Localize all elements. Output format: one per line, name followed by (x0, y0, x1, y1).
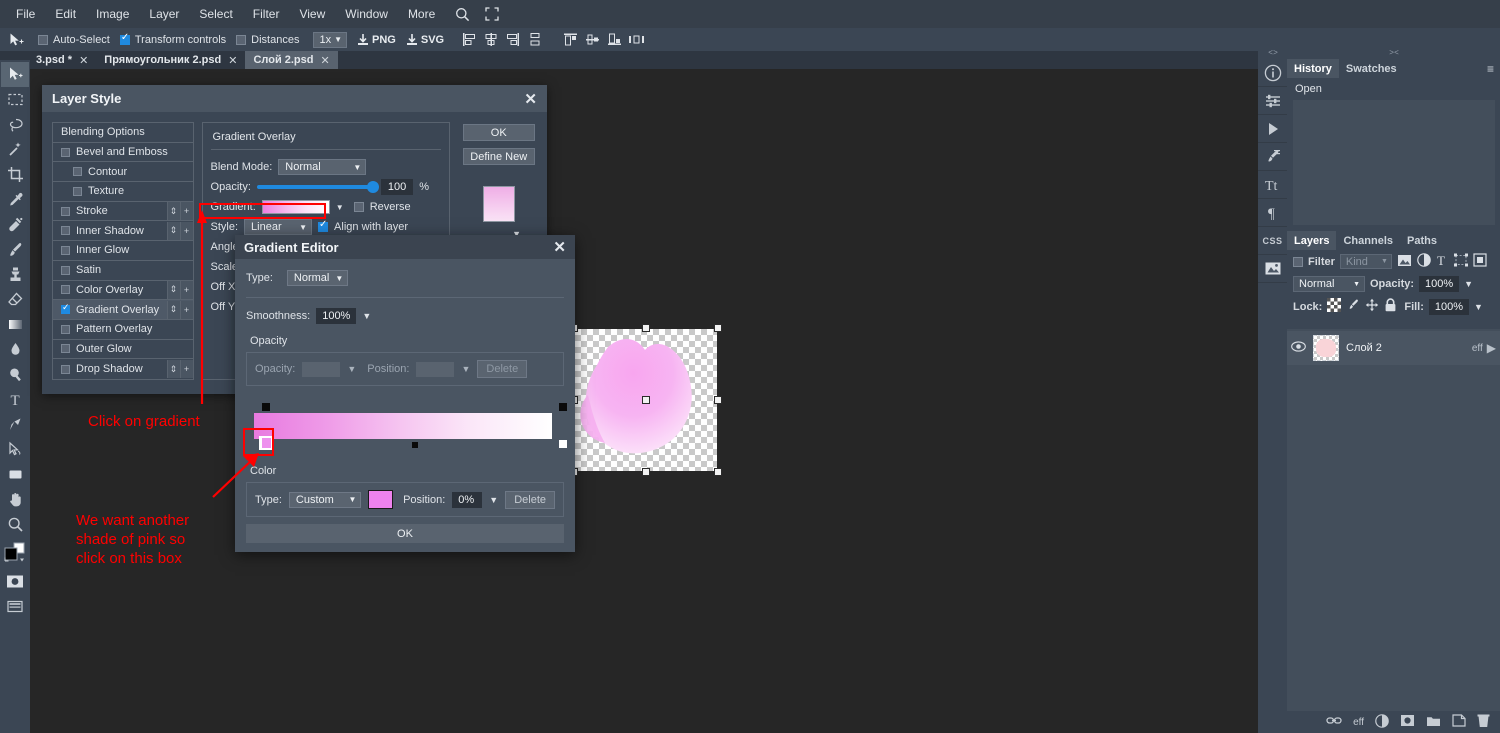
tab-paths[interactable]: Paths (1400, 231, 1444, 250)
layers-filter-row: Filter Kind ▼ T (1287, 250, 1500, 273)
fill-value[interactable]: 100% (1428, 298, 1470, 315)
chevron-down-icon: ▼ (1380, 258, 1388, 265)
lock-position-icon[interactable] (1365, 298, 1379, 315)
chevron-down-icon[interactable]: ▼ (1474, 302, 1483, 312)
chevron-down-icon[interactable]: ▼ (1464, 279, 1473, 289)
lock-all-icon[interactable] (1384, 298, 1397, 315)
table-row[interactable]: Слой 2 eff ▶ (1287, 331, 1500, 365)
new-layer-icon[interactable] (1452, 714, 1466, 730)
adjustment-filter-icon[interactable] (1417, 253, 1431, 270)
svg-text:T: T (1437, 253, 1445, 267)
layers-panel-tabs: Layers Channels Paths (1287, 231, 1500, 250)
annotation-shade-of-pink-line1: We want another (76, 512, 190, 529)
layer-mask-icon[interactable] (1400, 714, 1415, 730)
layer-visibility-icon[interactable] (1291, 341, 1306, 355)
layer-name[interactable]: Слой 2 (1346, 342, 1382, 354)
history-panel-body[interactable] (1293, 100, 1495, 225)
svg-text:¶: ¶ (1268, 206, 1275, 222)
tab-history[interactable]: History (1287, 59, 1339, 78)
layer-opacity-value[interactable]: 100% (1419, 276, 1460, 292)
new-group-icon[interactable] (1426, 715, 1441, 730)
filter-label: Filter (1308, 255, 1335, 268)
shape-filter-icon[interactable] (1453, 253, 1468, 270)
history-panel-tabs: History Swatches ≡ (1287, 59, 1500, 78)
layers-list: Слой 2 eff ▶ eff (1287, 329, 1500, 733)
type-filter-icon[interactable]: T (1436, 253, 1449, 270)
brush-presets-icon[interactable] (1258, 143, 1287, 171)
delete-layer-icon[interactable] (1477, 714, 1490, 731)
dock-grip[interactable]: > < (1287, 46, 1500, 59)
lock-transparency-icon[interactable] (1327, 298, 1342, 315)
play-icon[interactable] (1258, 115, 1287, 143)
lock-label: Lock: (1293, 300, 1323, 313)
lock-image-icon[interactable] (1346, 298, 1360, 315)
adjustment-layer-icon[interactable] (1375, 713, 1389, 731)
filter-checkbox[interactable] (1293, 256, 1303, 267)
adjustments-icon[interactable] (1258, 87, 1287, 115)
history-entries: Open (1287, 78, 1500, 96)
right-dock: > < History Swatches ≡ Open Layers Chann… (1287, 46, 1500, 733)
character-icon[interactable]: Tt (1258, 171, 1287, 199)
image-icon[interactable] (1258, 255, 1287, 283)
fill-label: Fill: (1404, 300, 1424, 313)
rail-grip: < > (1268, 48, 1278, 57)
layers-blend-row: Normal ▼ Opacity: 100% ▼ (1287, 273, 1500, 295)
annotation-click-on-gradient: Click on gradient (88, 413, 200, 430)
history-item-open[interactable]: Open (1295, 82, 1500, 96)
filter-kind-value: Kind (1345, 255, 1368, 268)
chevron-down-icon: ▼ (1353, 280, 1360, 288)
paragraph-icon[interactable]: ¶ (1258, 199, 1287, 227)
layer-opacity-label: Opacity: (1370, 278, 1415, 290)
filter-kind-select[interactable]: Kind ▼ (1339, 254, 1392, 269)
layers-lock-row: Lock: Fill: 100% ▼ (1287, 295, 1500, 318)
tab-layers[interactable]: Layers (1287, 231, 1337, 250)
svg-text:Tt: Tt (1265, 179, 1278, 194)
annotation-shade-of-pink-line3: click on this box (76, 550, 182, 567)
hamburger-icon[interactable]: ≡ (1487, 62, 1494, 76)
layer-blend-mode-value: Normal (1299, 278, 1335, 290)
annotation-shade-of-pink-line2: shade of pink so (76, 531, 186, 548)
layer-effects-icon[interactable]: eff (1353, 717, 1364, 728)
smart-object-filter-icon[interactable] (1473, 253, 1487, 270)
css-icon[interactable]: CSS (1258, 227, 1287, 255)
layer-blend-mode-select[interactable]: Normal ▼ (1293, 276, 1365, 292)
image-filter-icon[interactable] (1397, 254, 1412, 270)
link-layers-icon[interactable] (1326, 715, 1342, 729)
right-icon-rail: < > Tt ¶ CSS (1258, 46, 1287, 733)
layers-panel-toolbar: eff (1287, 711, 1500, 733)
tab-swatches[interactable]: Swatches (1339, 59, 1404, 78)
layer-thumbnail[interactable] (1313, 335, 1339, 361)
chevron-right-icon[interactable]: ▶ (1487, 341, 1496, 355)
layer-effects-badge: eff (1471, 342, 1483, 354)
tab-channels[interactable]: Channels (1336, 231, 1400, 250)
info-icon[interactable] (1258, 59, 1287, 87)
